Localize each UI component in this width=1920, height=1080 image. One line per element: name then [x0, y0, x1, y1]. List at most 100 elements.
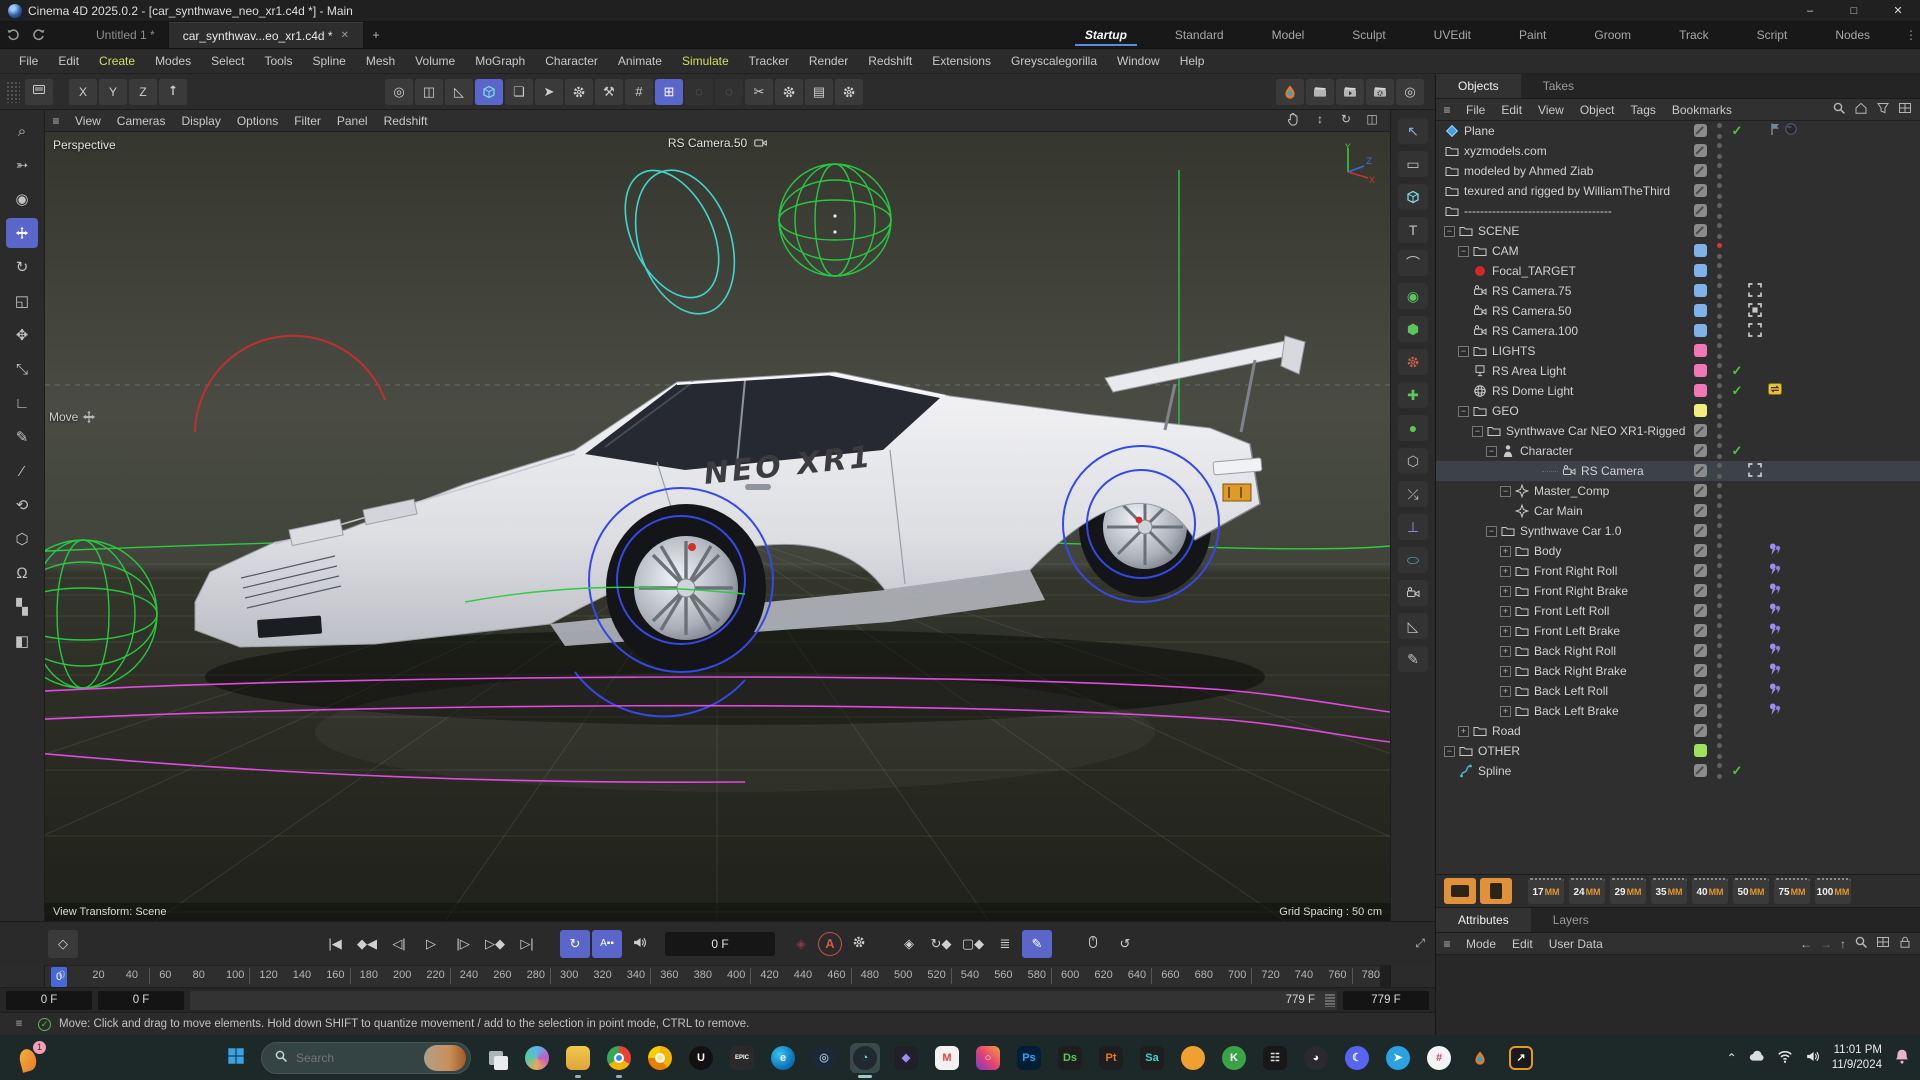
menu-file[interactable]: File [10, 54, 47, 68]
edit-toggle-icon[interactable] [1694, 184, 1707, 197]
polygon-pen-tool[interactable]: ⬡ [6, 524, 38, 554]
expand-toggle-icon[interactable]: − [1458, 246, 1469, 257]
edit-toggle-icon[interactable] [1694, 644, 1707, 657]
flag-tag-icon[interactable] [1768, 122, 1782, 139]
copilot-app-icon[interactable] [522, 1043, 552, 1073]
object-row[interactable]: +Front Right Brake [1436, 581, 1920, 601]
visibility-dots[interactable] [1716, 123, 1722, 139]
attributes-panel-arrow-right-icon[interactable]: → [1820, 937, 1832, 951]
start-button[interactable] [221, 1043, 251, 1073]
menu-character[interactable]: Character [536, 54, 607, 68]
menu-volume[interactable]: Volume [406, 54, 464, 68]
attributes-tab-attributes[interactable]: Attributes [1436, 908, 1531, 932]
object-row[interactable]: ------------------------------------- [1436, 201, 1920, 221]
tag-icons[interactable] [1768, 542, 1782, 559]
layout-overflow-menu-icon[interactable]: ⋮ [1902, 22, 1920, 48]
enabled-check-icon[interactable]: ✓ [1729, 441, 1745, 461]
wedge-button[interactable]: ◺ [445, 79, 473, 105]
dynamics-gear-tool[interactable] [1398, 349, 1428, 375]
enabled-check-icon[interactable]: ✓ [1729, 761, 1745, 781]
visibility-dots[interactable] [1716, 403, 1722, 419]
focal-length-40mm-button[interactable]: 40MM [1692, 878, 1728, 904]
visibility-dots[interactable] [1716, 463, 1722, 479]
object-row[interactable]: +Back Right Roll [1436, 641, 1920, 661]
visibility-dots[interactable] [1716, 623, 1722, 639]
steam-app-icon[interactable]: ◎ [809, 1043, 839, 1073]
key-scale-button[interactable]: ▢◆ [958, 930, 988, 958]
expand-toggle-icon[interactable]: − [1500, 486, 1511, 497]
move-tool[interactable] [6, 218, 38, 248]
visibility-dots[interactable] [1716, 503, 1722, 519]
play-mode-button[interactable]: A▪▪ [592, 930, 622, 958]
layer-color-chip[interactable] [1694, 344, 1707, 357]
edit-toggle-icon[interactable] [1694, 164, 1707, 177]
objects-menu-bookmarks[interactable]: Bookmarks [1664, 103, 1740, 117]
viewport-menu-view[interactable]: View [67, 114, 109, 128]
focal-length-100mm-button[interactable]: 100MM [1815, 878, 1851, 904]
layer-color-chip[interactable] [1694, 264, 1707, 277]
layout-tab-startup[interactable]: Startup [1061, 22, 1151, 48]
triangle-tool[interactable]: ◺ [1398, 613, 1428, 639]
edit-toggle-icon[interactable] [1694, 544, 1707, 557]
display-mode-button[interactable] [25, 79, 53, 105]
object-row[interactable]: Car Main [1436, 501, 1920, 521]
menu-help[interactable]: Help [1171, 54, 1214, 68]
edit-toggle-icon[interactable] [1694, 224, 1707, 237]
layout-tab-groom[interactable]: Groom [1570, 22, 1655, 48]
viewport-menu-cameras[interactable]: Cameras [109, 114, 174, 128]
cross-tool[interactable]: ✚ [1398, 382, 1428, 408]
tag-icons[interactable] [1768, 642, 1782, 659]
pin-tag-icon[interactable] [1768, 682, 1782, 699]
simulate-gear-button[interactable] [565, 79, 593, 105]
sphere-tag-icon[interactable] [1784, 122, 1798, 139]
focal-length-75mm-button[interactable]: 75MM [1774, 878, 1810, 904]
viewport-menu-redshift[interactable]: Redshift [376, 114, 436, 128]
search-input[interactable] [296, 1051, 416, 1065]
layer-color-chip[interactable] [1694, 304, 1707, 317]
notification-bell-icon[interactable] [1894, 1048, 1910, 1067]
layout-tab-paint[interactable]: Paint [1495, 22, 1570, 48]
loop-playback-button[interactable]: ↻ [560, 930, 590, 958]
interactive-render-button[interactable]: ◎ [1396, 79, 1424, 105]
discord-app-icon[interactable]: ☾ [1342, 1043, 1372, 1073]
obs-studio-app-icon[interactable]: ◕ [1301, 1043, 1331, 1073]
menu-edit[interactable]: Edit [49, 54, 88, 68]
visibility-dots[interactable] [1716, 323, 1722, 339]
render-film-button[interactable]: ▤ [805, 79, 833, 105]
visibility-dots[interactable] [1716, 743, 1722, 759]
object-row[interactable]: +Back Left Roll [1436, 681, 1920, 701]
viewport-menu-icon[interactable]: ≡ [45, 114, 67, 128]
edit-toggle-icon[interactable] [1694, 504, 1707, 517]
menu-redshift[interactable]: Redshift [859, 54, 921, 68]
viewport-canvas[interactable]: NEO XR1 [45, 132, 1390, 921]
expand-toggle-icon[interactable]: − [1444, 226, 1455, 237]
document-tab[interactable]: Untitled 1 * [82, 22, 169, 48]
objects-menu-object[interactable]: Object [1572, 103, 1623, 117]
enabled-check-icon[interactable]: ✓ [1729, 381, 1745, 401]
expand-toggle-icon[interactable]: + [1500, 646, 1511, 657]
red-rig-dot-front[interactable] [688, 543, 696, 551]
redshift-renderview-button[interactable] [1276, 79, 1304, 105]
objects-panel-panes-icon[interactable] [1898, 101, 1912, 118]
play-button[interactable]: ▷ [416, 930, 446, 958]
visibility-dots[interactable] [1716, 663, 1722, 679]
pin-tag-icon[interactable] [1768, 622, 1782, 639]
keyframe-panel-button[interactable]: ◇ [48, 930, 78, 958]
viewport-view-label[interactable]: Perspective [53, 138, 116, 152]
layer-color-chip[interactable] [1694, 384, 1707, 397]
attributes-panel-lock-icon[interactable] [1898, 935, 1912, 952]
edit-toggle-icon[interactable] [1694, 564, 1707, 577]
range-end-field[interactable]: 779 F [1343, 991, 1429, 1010]
expand-toggle-icon[interactable]: − [1486, 526, 1497, 537]
key-rotation-button[interactable]: ↻◆ [926, 930, 956, 958]
range-start-field[interactable]: 0 F [6, 991, 92, 1010]
epic-games-app-icon[interactable]: EPIC [727, 1043, 757, 1073]
transform-tool[interactable]: ✥ [6, 320, 38, 350]
record-keyframe-button[interactable]: ◈ [786, 930, 816, 958]
brush-tool[interactable]: ▚ [6, 592, 38, 622]
visibility-dots[interactable] [1716, 703, 1722, 719]
loop-cut-tool[interactable]: ⟲ [6, 490, 38, 520]
tag-icons[interactable] [1768, 122, 1798, 139]
object-row[interactable]: modeled by Ahmed Ziab [1436, 161, 1920, 181]
expand-toggle-icon[interactable]: − [1472, 426, 1483, 437]
